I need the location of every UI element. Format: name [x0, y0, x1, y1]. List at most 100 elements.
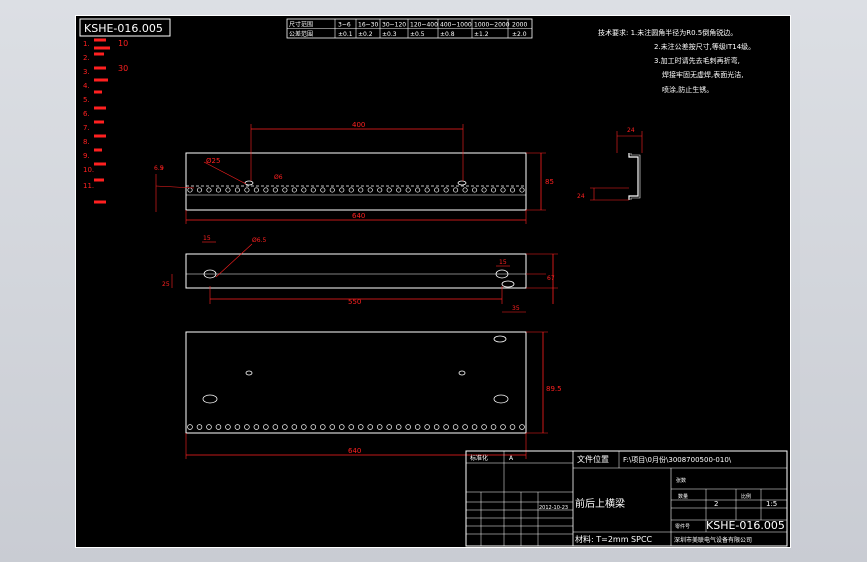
svg-text:2.未注公差按尺寸,等级IT14级。: 2.未注公差按尺寸,等级IT14级。 — [654, 42, 755, 51]
svg-text:1000~2000: 1000~2000 — [474, 22, 510, 29]
side-view[interactable]: 15 Ø6.5 15 550 35 67 25 — [162, 235, 558, 313]
svg-text:喷涂,防止生锈。: 喷涂,防止生锈。 — [662, 85, 713, 94]
hole — [310, 424, 317, 430]
hole — [490, 187, 497, 193]
approval-label: 标准化 — [470, 454, 488, 462]
drawing-svg: KSHE-016.005 1. 2. 3. 4. 5. 6. 7. 8. 9. … — [79, 18, 788, 547]
sheet-count: 2 — [714, 500, 718, 508]
hole — [443, 424, 449, 430]
svg-text:尺寸范围: 尺寸范围 — [289, 21, 313, 29]
mark-label: A — [509, 455, 514, 462]
svg-text:3.: 3. — [83, 68, 90, 76]
hole — [253, 424, 260, 430]
hole — [263, 187, 269, 193]
svg-text:3~6: 3~6 — [338, 22, 351, 29]
dim-15-right: 15 — [499, 259, 507, 266]
hole — [415, 187, 421, 193]
svg-text:公差范围: 公差范围 — [289, 30, 313, 38]
hole — [329, 187, 335, 193]
hole — [386, 187, 392, 193]
hole — [500, 424, 506, 430]
dim-67: 67 — [547, 275, 555, 282]
svg-text:400~1000: 400~1000 — [440, 22, 472, 29]
hole — [471, 424, 478, 430]
dim-89-5: 89.5 — [546, 385, 562, 393]
hole — [206, 424, 212, 430]
dim-9-left: 9 — [160, 165, 164, 172]
svg-text:7.: 7. — [83, 124, 90, 132]
svg-text:±0.8: ±0.8 — [440, 31, 455, 38]
dim-hole-6-5: Ø6.5 — [252, 237, 266, 244]
company-name: 深圳市美联电气设备有限公司 — [674, 536, 752, 544]
dim-15-left: 15 — [203, 235, 211, 242]
top-view[interactable]: 400 640 85 Ø25 Ø6 6.5 9 — [154, 121, 554, 224]
hole — [339, 187, 345, 193]
file-path: F:\项目\0月份\3008700500-010\ — [623, 455, 732, 464]
drawing-canvas[interactable]: KSHE-016.005 1. 2. 3. 4. 5. 6. 7. 8. 9. … — [75, 15, 791, 548]
hole — [206, 187, 212, 193]
svg-text:2000: 2000 — [512, 22, 527, 29]
dim-550: 550 — [348, 298, 361, 306]
svg-text:焊接牢固无虚焊,表面光洁,: 焊接牢固无虚焊,表面光洁, — [662, 70, 743, 79]
svg-text:10.: 10. — [83, 166, 94, 174]
hole — [519, 187, 525, 193]
hole — [244, 424, 250, 430]
hole — [433, 424, 440, 430]
svg-text:120~400: 120~400 — [410, 22, 438, 29]
hole — [424, 187, 430, 193]
part-label: 零件号 — [675, 523, 690, 530]
left-notes: 1. 2. 3. 4. 5. 6. 7. 8. 9. 10. 11. 10 30 — [83, 38, 128, 204]
svg-text:±0.3: ±0.3 — [382, 31, 397, 38]
sheets-label: 张数 — [676, 477, 686, 484]
dim-profile-bottom: 24 — [577, 193, 585, 200]
hole — [282, 187, 288, 193]
hole — [481, 187, 487, 193]
top-hole-row — [187, 187, 525, 193]
hole — [272, 424, 279, 430]
profile-view[interactable]: 24 24 — [577, 127, 643, 201]
hole — [434, 187, 440, 193]
hole — [452, 424, 459, 430]
svg-text:10: 10 — [118, 39, 128, 48]
hole — [234, 424, 241, 430]
svg-text:3.加工时请先去毛刺再折弯,: 3.加工时请先去毛刺再折弯, — [654, 56, 740, 65]
hole — [310, 187, 316, 193]
tech-notes: 技术要求: 1.未注圆角半径为R0.5倒角锐边。 2.未注公差按尺寸,等级IT1… — [598, 28, 755, 94]
svg-text:6.: 6. — [83, 110, 90, 118]
hole — [405, 424, 411, 430]
svg-text:±0.5: ±0.5 — [410, 31, 425, 38]
hole — [320, 187, 326, 193]
hole — [263, 424, 269, 430]
hole — [395, 424, 402, 430]
title-block: 标准化 A 2012-10-23 文件位置 F:\项目\0月份\30087005… — [465, 450, 788, 547]
hole — [500, 187, 506, 193]
hole — [196, 187, 203, 193]
svg-text:5.: 5. — [83, 96, 90, 104]
hole — [377, 187, 383, 193]
hole — [339, 424, 345, 430]
svg-text:16~30: 16~30 — [358, 22, 378, 29]
hole — [358, 187, 364, 193]
part-name: 前后上横梁 — [575, 497, 625, 510]
hole — [301, 187, 307, 193]
svg-text:1.: 1. — [83, 40, 90, 48]
svg-text:9.: 9. — [83, 152, 90, 160]
svg-text:30~120: 30~120 — [382, 22, 406, 29]
dim-640-top: 640 — [352, 212, 365, 220]
svg-text:±0.2: ±0.2 — [358, 31, 373, 38]
hole — [282, 424, 288, 430]
hole — [187, 187, 193, 193]
hole — [367, 187, 373, 193]
ratio-label: 比例 — [741, 493, 751, 500]
hole — [519, 424, 525, 430]
hole — [196, 424, 203, 430]
hole — [414, 424, 421, 430]
svg-text:4.: 4. — [83, 82, 90, 90]
bottom-hole-row — [187, 424, 525, 430]
drawing-date: 2012-10-23 — [539, 505, 568, 511]
hole — [234, 187, 240, 193]
hole — [253, 187, 259, 193]
hole — [509, 424, 516, 430]
hole — [424, 424, 430, 430]
front-view[interactable]: 640 89.5 — [185, 331, 562, 459]
